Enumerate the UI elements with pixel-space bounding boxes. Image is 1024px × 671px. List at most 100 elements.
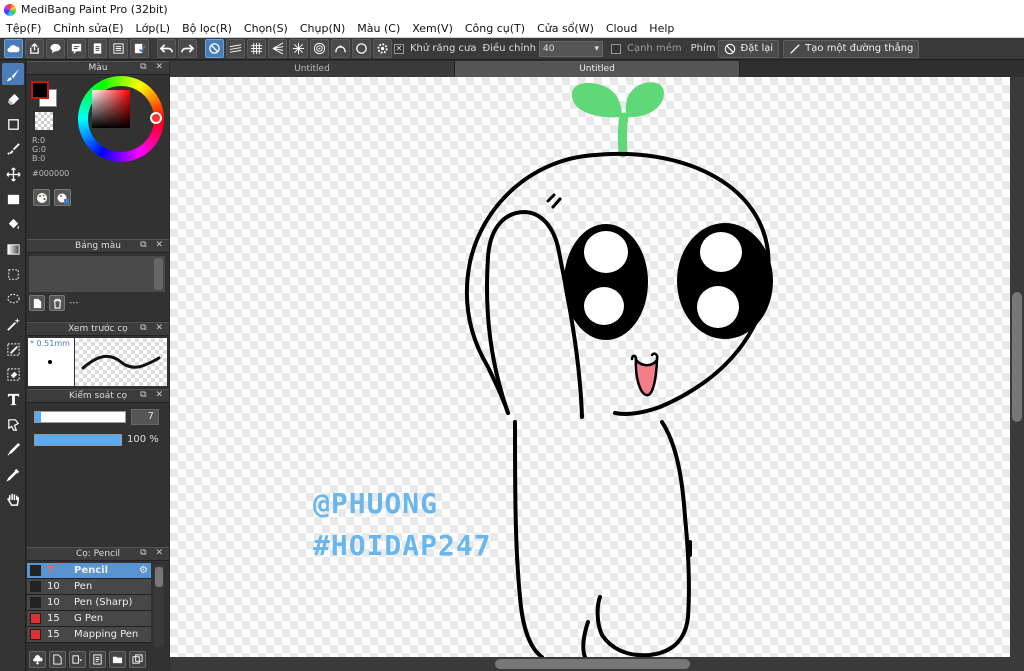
tab-untitled-2[interactable]: Untitled bbox=[455, 61, 740, 77]
list-button[interactable] bbox=[109, 39, 128, 58]
snap-settings-button[interactable] bbox=[373, 39, 392, 58]
adjust-select[interactable]: 40 ▾ bbox=[538, 40, 603, 57]
rectangle-tool[interactable] bbox=[2, 113, 24, 135]
brush-color-swatch bbox=[30, 613, 41, 624]
new-page-icon bbox=[53, 654, 62, 665]
rect-select-tool[interactable] bbox=[2, 263, 24, 285]
menu-color[interactable]: Màu (C) bbox=[351, 22, 406, 35]
brush-list-scrollbar[interactable] bbox=[154, 565, 164, 647]
radial-snap-button[interactable] bbox=[289, 39, 308, 58]
delete-palette-button[interactable] bbox=[49, 295, 65, 311]
menu-view[interactable]: Xem(V) bbox=[406, 22, 459, 35]
circle-snap-button[interactable] bbox=[352, 39, 371, 58]
brush-item[interactable]: 10 Pen (Sharp) bbox=[27, 595, 151, 611]
gear-icon[interactable]: ⚙ bbox=[139, 565, 148, 576]
soft-edge-checkbox[interactable] bbox=[610, 43, 621, 54]
menu-file[interactable]: Tệp(F) bbox=[0, 22, 47, 35]
brush-item[interactable]: 7 Pencil ⚙ bbox=[27, 563, 151, 579]
curve-icon bbox=[335, 45, 346, 53]
menu-tools[interactable]: Công cụ(T) bbox=[459, 22, 531, 35]
operation-tool[interactable] bbox=[2, 413, 24, 435]
color-mix-button[interactable] bbox=[33, 189, 50, 206]
tool-palette bbox=[0, 61, 26, 671]
drawing-canvas[interactable]: @PHUONG #HOIDAP247 bbox=[170, 77, 1010, 657]
undo-button[interactable] bbox=[157, 39, 176, 58]
panel-close-icon[interactable]: ⧉ ✕ bbox=[140, 240, 166, 250]
panel-close-icon[interactable]: ⧉ ✕ bbox=[140, 548, 166, 558]
menu-window[interactable]: Cửa sổ(W) bbox=[531, 22, 600, 35]
saturation-square[interactable] bbox=[92, 90, 130, 128]
chat-button[interactable] bbox=[67, 39, 86, 58]
palette-scrollbar[interactable] bbox=[154, 258, 163, 290]
checklist-button[interactable] bbox=[130, 39, 149, 58]
brush-folder-button[interactable] bbox=[109, 651, 126, 668]
brush-item[interactable]: 10 Pen bbox=[27, 579, 151, 595]
text-tool[interactable] bbox=[2, 388, 24, 410]
cloud-save-button[interactable] bbox=[4, 39, 23, 58]
menu-layer[interactable]: Lớp(L) bbox=[130, 22, 177, 35]
panel-close-icon[interactable]: ⧉ ✕ bbox=[140, 323, 166, 333]
fill-rect-tool[interactable] bbox=[2, 188, 24, 210]
reset-button[interactable]: Đặt lại bbox=[718, 39, 780, 58]
dropper-tool[interactable] bbox=[2, 438, 24, 460]
hand-tool[interactable] bbox=[2, 488, 24, 510]
brush-duplicate-button[interactable] bbox=[129, 651, 146, 668]
watermark-line-1: @PHUONG bbox=[313, 487, 439, 520]
new-palette-button[interactable] bbox=[29, 295, 45, 311]
add-brush-button[interactable] bbox=[49, 651, 66, 668]
brush-copy-button[interactable] bbox=[89, 651, 106, 668]
menu-edit[interactable]: Chỉnh sửa(E) bbox=[47, 22, 129, 35]
snap-off-button[interactable] bbox=[205, 39, 224, 58]
document-button[interactable] bbox=[88, 39, 107, 58]
export-button[interactable] bbox=[25, 39, 44, 58]
color-wheel[interactable] bbox=[78, 76, 164, 162]
select-eraser-tool[interactable] bbox=[2, 363, 24, 385]
folder-icon bbox=[112, 656, 123, 664]
menu-cloud[interactable]: Cloud bbox=[600, 22, 643, 35]
antialias-checkbox[interactable]: ✕ bbox=[394, 43, 404, 54]
menu-filter[interactable]: Bộ lọc(R) bbox=[176, 22, 238, 35]
color-swap-button[interactable] bbox=[54, 189, 71, 206]
brush-opacity-fill bbox=[35, 435, 121, 445]
transparent-color-swatch[interactable] bbox=[35, 112, 53, 130]
curve-snap-button[interactable] bbox=[331, 39, 350, 58]
brush-size-input[interactable]: 7 bbox=[131, 409, 159, 425]
brush-tool[interactable] bbox=[2, 63, 24, 85]
concentric-snap-button[interactable] bbox=[310, 39, 329, 58]
parallel-snap-button[interactable] bbox=[226, 39, 245, 58]
canvas-horizontal-scrollbar[interactable] bbox=[170, 657, 1010, 671]
brush-item[interactable]: 15 G Pen bbox=[27, 611, 151, 627]
eyedropper-icon bbox=[5, 468, 19, 482]
hue-handle[interactable] bbox=[150, 112, 162, 124]
perspective-snap-button[interactable] bbox=[268, 39, 287, 58]
move-tool[interactable] bbox=[2, 163, 24, 185]
vertical-scroll-thumb[interactable] bbox=[1012, 292, 1022, 422]
foreground-color-swatch[interactable] bbox=[31, 81, 49, 99]
select-pen-tool[interactable] bbox=[2, 338, 24, 360]
menu-select[interactable]: Chọn(S) bbox=[238, 22, 294, 35]
menu-snap[interactable]: Chụp(N) bbox=[294, 22, 351, 35]
brush-item[interactable]: 15 Mapping Pen bbox=[27, 627, 151, 643]
tab-untitled-1[interactable]: Untitled bbox=[170, 61, 455, 77]
eraser-tool[interactable] bbox=[2, 88, 24, 110]
grid-snap-button[interactable] bbox=[247, 39, 266, 58]
dot-tool[interactable] bbox=[2, 138, 24, 160]
cloud-brush-button[interactable] bbox=[29, 651, 46, 668]
palette-swatch-area[interactable] bbox=[29, 256, 165, 292]
gradient-tool[interactable] bbox=[2, 238, 24, 260]
brush-menu-button[interactable] bbox=[69, 651, 86, 668]
redo-button[interactable] bbox=[178, 39, 197, 58]
horizontal-scroll-thumb[interactable] bbox=[495, 659, 690, 669]
menu-help[interactable]: Help bbox=[643, 22, 680, 35]
canvas-vertical-scrollbar[interactable] bbox=[1010, 77, 1024, 657]
magic-wand-tool[interactable] bbox=[2, 313, 24, 335]
panel-close-icon[interactable]: ⧉ ✕ bbox=[140, 62, 166, 72]
bucket-tool[interactable] bbox=[2, 213, 24, 235]
brush-opacity-slider[interactable] bbox=[34, 434, 122, 446]
straight-line-button[interactable]: Tạo một đường thẳng bbox=[783, 39, 920, 58]
lasso-tool[interactable] bbox=[2, 288, 24, 310]
panel-close-icon[interactable]: ⧉ ✕ bbox=[140, 390, 166, 400]
comment-button[interactable] bbox=[46, 39, 65, 58]
eyedropper-tool[interactable] bbox=[2, 463, 24, 485]
brush-size-slider[interactable] bbox=[34, 411, 126, 423]
